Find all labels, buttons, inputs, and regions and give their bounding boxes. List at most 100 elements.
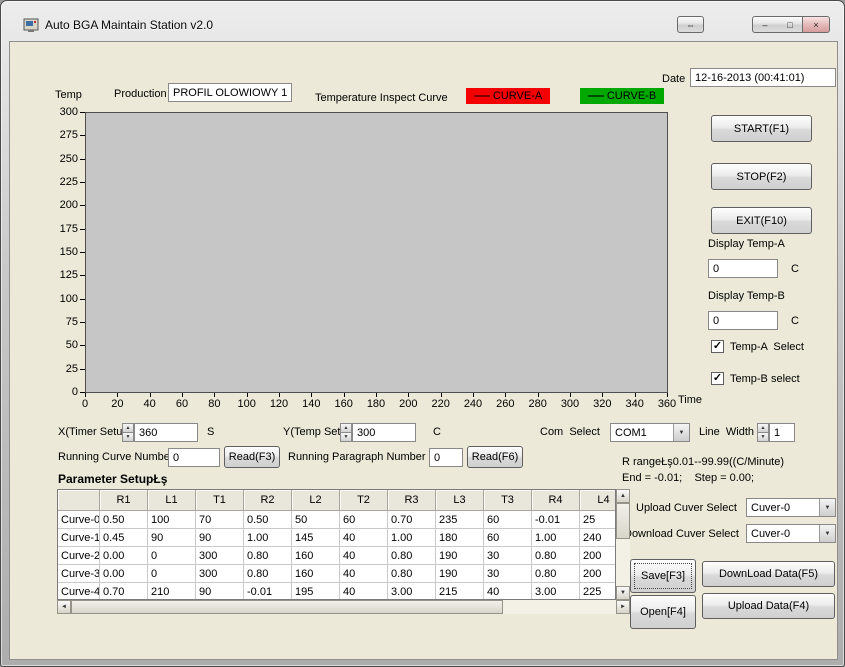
table-cell[interactable]: 210 (148, 583, 196, 600)
table-cell[interactable]: 0.80 (532, 547, 580, 565)
table-cell[interactable]: 160 (292, 565, 340, 583)
date-field[interactable]: 12-16-2013 (00:41:01) (690, 68, 836, 87)
y-temp-spinner[interactable]: ▲ ▼ (340, 423, 352, 442)
running-paragraph-input[interactable]: 0 (429, 448, 463, 467)
table-cell[interactable]: 60 (340, 511, 388, 529)
table-cell[interactable]: 0.80 (388, 565, 436, 583)
table-cell[interactable]: 3.00 (388, 583, 436, 600)
table-cell[interactable]: 200 (580, 565, 616, 583)
table-cell[interactable]: 25 (580, 511, 616, 529)
table-cell[interactable]: 215 (436, 583, 484, 600)
table-cell[interactable]: 180 (436, 529, 484, 547)
dropdown-arrow-icon[interactable]: ▼ (819, 499, 835, 516)
x-timer-input[interactable]: 360 (134, 423, 198, 442)
table-cell[interactable]: 90 (196, 583, 244, 600)
scroll-right-icon[interactable]: ► (616, 600, 630, 614)
table-cell[interactable]: 240 (580, 529, 616, 547)
flip-3d-button[interactable]: ⇔ (677, 16, 704, 33)
dropdown-arrow-icon[interactable]: ▼ (673, 424, 689, 441)
horizontal-scroll-thumb[interactable] (71, 600, 503, 614)
table-cell[interactable]: 1.00 (532, 529, 580, 547)
vertical-scroll-thumb[interactable] (616, 503, 630, 539)
temp-b-value-field[interactable]: 0 (708, 311, 778, 330)
table-cell[interactable]: 0 (148, 565, 196, 583)
table-cell[interactable]: 30 (484, 547, 532, 565)
table-cell[interactable]: 60 (484, 529, 532, 547)
titlebar[interactable]: Auto BGA Maintain Station v2.0 ⇔ – □ × (1, 1, 844, 41)
com-select-dropdown[interactable]: COM1 ▼ (610, 423, 690, 442)
table-vertical-scrollbar[interactable]: ▲ ▼ (616, 489, 630, 600)
close-button[interactable]: × (802, 16, 830, 33)
table-cell[interactable]: 40 (340, 565, 388, 583)
maximize-button[interactable]: □ (777, 16, 803, 33)
table-cell[interactable]: 30 (484, 565, 532, 583)
table-cell[interactable]: 0.00 (100, 565, 148, 583)
read-paragraph-button[interactable]: Read(F6) (467, 446, 523, 468)
table-cell[interactable]: -0.01 (532, 511, 580, 529)
table-cell[interactable]: 3.00 (532, 583, 580, 600)
spinner-down-icon[interactable]: ▼ (122, 432, 134, 442)
table-cell[interactable]: 200 (580, 547, 616, 565)
line-width-spinner[interactable]: ▲ ▼ (757, 423, 769, 442)
table-cell[interactable]: 190 (436, 547, 484, 565)
table-cell[interactable]: 0.80 (388, 547, 436, 565)
table-cell[interactable]: -0.01 (244, 583, 292, 600)
line-width-input[interactable]: 1 (769, 423, 795, 442)
table-cell[interactable]: 300 (196, 547, 244, 565)
table-cell[interactable]: 1.00 (244, 529, 292, 547)
table-cell[interactable]: 190 (436, 565, 484, 583)
upload-curve-dropdown[interactable]: Cuver-0 ▼ (746, 498, 836, 517)
spinner-down-icon[interactable]: ▼ (340, 432, 352, 442)
temp-a-value-field[interactable]: 0 (708, 259, 778, 278)
table-cell[interactable]: 160 (292, 547, 340, 565)
table-row-label[interactable]: Curve-0 (58, 511, 100, 529)
start-button[interactable]: START(F1) (711, 115, 812, 142)
table-cell[interactable]: 70 (196, 511, 244, 529)
table-cell[interactable]: 0.50 (244, 511, 292, 529)
table-cell[interactable]: 0.00 (100, 547, 148, 565)
table-cell[interactable]: 40 (484, 583, 532, 600)
table-cell[interactable]: 0.70 (388, 511, 436, 529)
table-cell[interactable]: 0.50 (100, 511, 148, 529)
table-cell[interactable]: 235 (436, 511, 484, 529)
table-row-label[interactable]: Curve-1 (58, 529, 100, 547)
table-cell[interactable]: 0.80 (244, 565, 292, 583)
read-curve-button[interactable]: Read(F3) (224, 446, 280, 468)
temp-a-checkbox[interactable]: ✓ (711, 340, 724, 353)
y-temp-input[interactable]: 300 (352, 423, 416, 442)
exit-button[interactable]: EXIT(F10) (711, 207, 812, 234)
stop-button[interactable]: STOP(F2) (711, 163, 812, 190)
table-cell[interactable]: 90 (196, 529, 244, 547)
table-row-label[interactable]: Curve-3 (58, 565, 100, 583)
minimize-button[interactable]: – (752, 16, 778, 33)
table-row-label[interactable]: Curve-4 (58, 583, 100, 600)
scroll-down-icon[interactable]: ▼ (616, 586, 630, 600)
table-cell[interactable]: 0.70 (100, 583, 148, 600)
scroll-left-icon[interactable]: ◄ (57, 600, 71, 614)
table-cell[interactable]: 225 (580, 583, 616, 600)
table-horizontal-scrollbar[interactable]: ◄ ► (57, 600, 630, 614)
temp-b-checkbox[interactable]: ✓ (711, 372, 724, 385)
running-curve-input[interactable]: 0 (168, 448, 220, 467)
table-cell[interactable]: 0.80 (532, 565, 580, 583)
table-cell[interactable]: 195 (292, 583, 340, 600)
scroll-up-icon[interactable]: ▲ (616, 489, 630, 503)
table-cell[interactable]: 1.00 (388, 529, 436, 547)
dropdown-arrow-icon[interactable]: ▼ (819, 525, 835, 542)
table-cell[interactable]: 0.80 (244, 547, 292, 565)
upload-data-button[interactable]: Upload Data(F4) (702, 593, 835, 619)
save-button[interactable]: Save[F3] (630, 559, 696, 593)
x-timer-spinner[interactable]: ▲ ▼ (122, 423, 134, 442)
table-cell[interactable]: 40 (340, 529, 388, 547)
table-row-label[interactable]: Curve-2 (58, 547, 100, 565)
production-input[interactable]: PROFIL OLOWIOWY 1 (168, 83, 292, 102)
download-curve-dropdown[interactable]: Cuver-0 ▼ (746, 524, 836, 543)
table-cell[interactable]: 50 (292, 511, 340, 529)
table-cell[interactable]: 0.45 (100, 529, 148, 547)
table-cell[interactable]: 60 (484, 511, 532, 529)
table-cell[interactable]: 145 (292, 529, 340, 547)
table-cell[interactable]: 300 (196, 565, 244, 583)
open-button[interactable]: Open[F4] (630, 595, 696, 629)
spinner-down-icon[interactable]: ▼ (757, 432, 769, 442)
table-cell[interactable]: 90 (148, 529, 196, 547)
